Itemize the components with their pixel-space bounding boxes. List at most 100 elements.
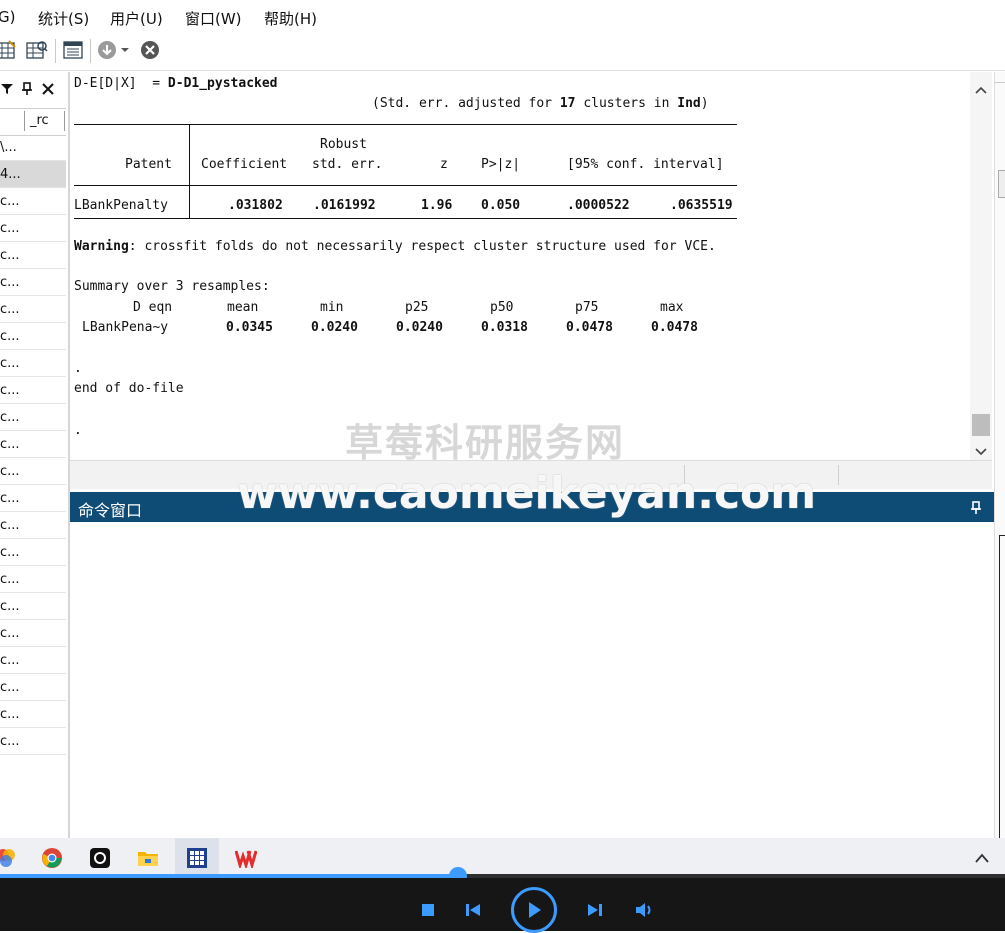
- filter-icon[interactable]: [0, 81, 14, 100]
- summary-p25: 0.0240: [396, 320, 443, 335]
- more-down-icon[interactable]: [96, 38, 120, 62]
- warning-line: Warning: crossfit folds do not necessari…: [74, 239, 716, 254]
- menu-statistics[interactable]: 统计(S): [38, 8, 89, 29]
- variable-row[interactable]: c...: [0, 377, 66, 404]
- menu-bar: G) 统计(S) 用户(U) 窗口(W) 帮助(H): [0, 0, 1005, 34]
- variable-row[interactable]: c...: [0, 431, 66, 458]
- variable-row[interactable]: c...: [0, 647, 66, 674]
- right-frame: [999, 535, 1005, 843]
- variable-row[interactable]: c...: [0, 539, 66, 566]
- github-icon[interactable]: [88, 846, 112, 870]
- variable-row[interactable]: c...: [0, 404, 66, 431]
- value-p: 0.050: [481, 198, 521, 213]
- variable-row[interactable]: c...: [0, 323, 66, 350]
- row-label: LBankPenalty: [74, 198, 168, 213]
- menu-user[interactable]: 用户(U): [110, 8, 163, 29]
- command-input[interactable]: [70, 522, 994, 838]
- taskbar: [0, 838, 1005, 878]
- variable-row[interactable]: c...: [0, 701, 66, 728]
- variable-row[interactable]: 4...: [0, 161, 66, 188]
- summary-p50: 0.0318: [481, 320, 528, 335]
- summary-header-p75: p75: [575, 300, 599, 315]
- result-title: D-E[D|X] = D-D1_pystacked: [74, 76, 278, 91]
- toolbar: [0, 34, 1005, 71]
- prompt-dot: .: [74, 423, 82, 438]
- summary-min: 0.0240: [311, 320, 358, 335]
- chevron-up-icon[interactable]: [970, 846, 994, 870]
- right-panel-edge: [994, 72, 1005, 843]
- close-icon[interactable]: [41, 81, 55, 100]
- watermark-url: www.caomeikeyan.com: [237, 468, 817, 519]
- value-ci-low: .0000522: [567, 198, 630, 213]
- data-browser-icon[interactable]: [25, 38, 49, 62]
- media-player-bar: [0, 878, 1005, 933]
- header-depvar: Patent: [125, 157, 172, 172]
- clusters-note: (Std. err. adjusted for 17 clusters in I…: [372, 96, 709, 111]
- previous-icon[interactable]: [463, 901, 483, 919]
- variable-row[interactable]: c...: [0, 350, 66, 377]
- variable-row[interactable]: c...: [0, 674, 66, 701]
- variable-row[interactable]: c...: [0, 242, 66, 269]
- variable-row[interactable]: c...: [0, 593, 66, 620]
- value-ci-high: .0635519: [670, 198, 733, 213]
- column-header-rc[interactable]: _rc: [30, 113, 49, 128]
- variable-row[interactable]: c...: [0, 620, 66, 647]
- header-robust: Robust: [320, 137, 367, 152]
- watermark-text: 草莓科研服务网: [345, 421, 626, 465]
- command-window-title: 命令窗口: [78, 501, 143, 520]
- value-z: 1.96: [421, 198, 453, 213]
- variable-row[interactable]: c...: [0, 458, 66, 485]
- summary-header-mean: mean: [227, 300, 259, 315]
- header-z: z: [440, 157, 448, 172]
- color-app-icon[interactable]: [0, 846, 18, 870]
- pin-icon[interactable]: [970, 500, 982, 519]
- summary-header-max: max: [660, 300, 684, 315]
- right-scroll-thumb[interactable]: [998, 170, 1005, 198]
- variable-row[interactable]: c...: [0, 269, 66, 296]
- summary-label: LBankPena~y: [82, 320, 169, 335]
- file-explorer-icon[interactable]: [136, 846, 160, 870]
- summary-max: 0.0478: [651, 320, 698, 335]
- variable-row[interactable]: c...: [0, 188, 66, 215]
- results-scrollbar[interactable]: [970, 72, 992, 460]
- variable-row[interactable]: c...: [0, 566, 66, 593]
- panel-header: [0, 76, 66, 104]
- break-icon[interactable]: [138, 38, 162, 62]
- stop-icon[interactable]: [419, 901, 437, 919]
- stata-grid-icon[interactable]: [185, 846, 209, 870]
- data-editor-icon[interactable]: [0, 38, 18, 62]
- variable-row[interactable]: c...: [0, 485, 66, 512]
- variable-row[interactable]: c...: [0, 728, 66, 755]
- menu-window[interactable]: 窗口(W): [185, 8, 242, 29]
- summary-mean: 0.0345: [226, 320, 273, 335]
- end-of-do-file: end of do-file: [74, 381, 184, 396]
- variable-row[interactable]: c...: [0, 512, 66, 539]
- header-conf-interval: [95% conf. interval]: [567, 157, 724, 172]
- summary-title: Summary over 3 resamples:: [74, 279, 270, 294]
- variables-manager-icon[interactable]: [61, 38, 85, 62]
- variables-panel: _rc \... 4... c... c... c... c... c... c... c...…: [0, 72, 70, 838]
- header-coefficient: Coefficient: [201, 157, 288, 172]
- variable-row[interactable]: c...: [0, 215, 66, 242]
- volume-icon[interactable]: [633, 900, 655, 920]
- summary-header-p50: p50: [490, 300, 514, 315]
- menu-graphics[interactable]: G): [0, 8, 15, 26]
- scroll-up-icon[interactable]: [975, 80, 987, 99]
- scroll-down-icon[interactable]: [975, 442, 987, 461]
- summary-header-min: min: [320, 300, 344, 315]
- wps-icon[interactable]: [234, 846, 258, 870]
- value-coefficient: .031802: [228, 198, 283, 213]
- summary-header-deqn: D eqn: [133, 300, 173, 315]
- scroll-thumb[interactable]: [972, 414, 990, 436]
- chrome-icon[interactable]: [40, 846, 64, 870]
- pin-icon[interactable]: [20, 81, 34, 100]
- menu-help[interactable]: 帮助(H): [264, 8, 317, 29]
- chevron-down-icon[interactable]: [118, 38, 132, 62]
- variable-row[interactable]: \...: [0, 134, 66, 161]
- play-button[interactable]: [511, 887, 557, 933]
- column-header-row: _rc: [0, 108, 66, 136]
- summary-header-p25: p25: [405, 300, 429, 315]
- summary-p75: 0.0478: [566, 320, 613, 335]
- next-icon[interactable]: [585, 901, 605, 919]
- variable-row[interactable]: c...: [0, 296, 66, 323]
